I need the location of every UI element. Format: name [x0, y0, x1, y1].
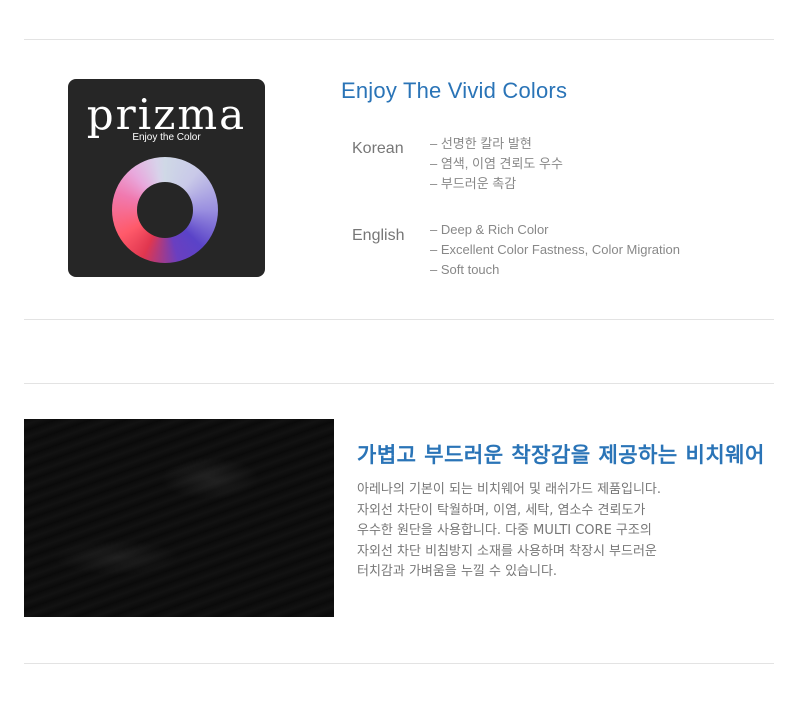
section-divider [24, 383, 774, 384]
fabric-heading: 가볍고 부드러운 착장감을 제공하는 비치웨어 [357, 443, 765, 467]
english-label: English [352, 227, 405, 244]
logo-tagline: Enjoy the Color [132, 132, 201, 143]
english-features: – Deep & Rich Color – Excellent Color Fa… [430, 220, 680, 280]
bottom-divider [24, 663, 774, 664]
korean-feature: – 염색, 이염 견뢰도 우수 [430, 156, 563, 171]
fabric-description: 아레나의 기본이 되는 비치웨어 및 래쉬가드 제품입니다. 자외선 차단이 탁… [357, 480, 661, 583]
description-line: 터치감과 가벼움을 누낄 수 있습니다. [357, 564, 558, 579]
intro-heading: Enjoy The Vivid Colors [341, 78, 568, 103]
color-ring-icon [112, 157, 218, 263]
section-divider [24, 319, 774, 320]
korean-feature: – 부드러운 촉감 [430, 176, 517, 191]
description-line: 자외선 차단이 탁월하며, 이염, 세탁, 염소수 견뢰도가 [357, 502, 646, 518]
korean-label: Korean [352, 140, 404, 157]
description-line: 우수한 원단을 사용합니다. 다중 MULTI CORE 구조의 [357, 523, 652, 538]
english-feature: – Deep & Rich Color [430, 222, 549, 237]
english-feature: – Excellent Color Fastness, Color Migrat… [430, 242, 680, 257]
top-divider [24, 39, 774, 40]
description-line: 자외선 차단 비침방지 소재를 사용하며 착장시 부드러운 [357, 543, 657, 559]
description-line: 아레나의 기본이 되는 비치웨어 및 래쉬가드 제품입니다. [357, 482, 662, 497]
english-feature: – Soft touch [430, 262, 500, 277]
prizma-logo: prizma Enjoy the Color [68, 79, 265, 277]
fabric-photo [24, 419, 334, 617]
korean-features: – 선명한 칼라 발현 – 염색, 이염 견뢰도 우수 – 부드러운 촉감 [430, 134, 563, 194]
korean-feature: – 선명한 칼라 발현 [430, 136, 532, 151]
